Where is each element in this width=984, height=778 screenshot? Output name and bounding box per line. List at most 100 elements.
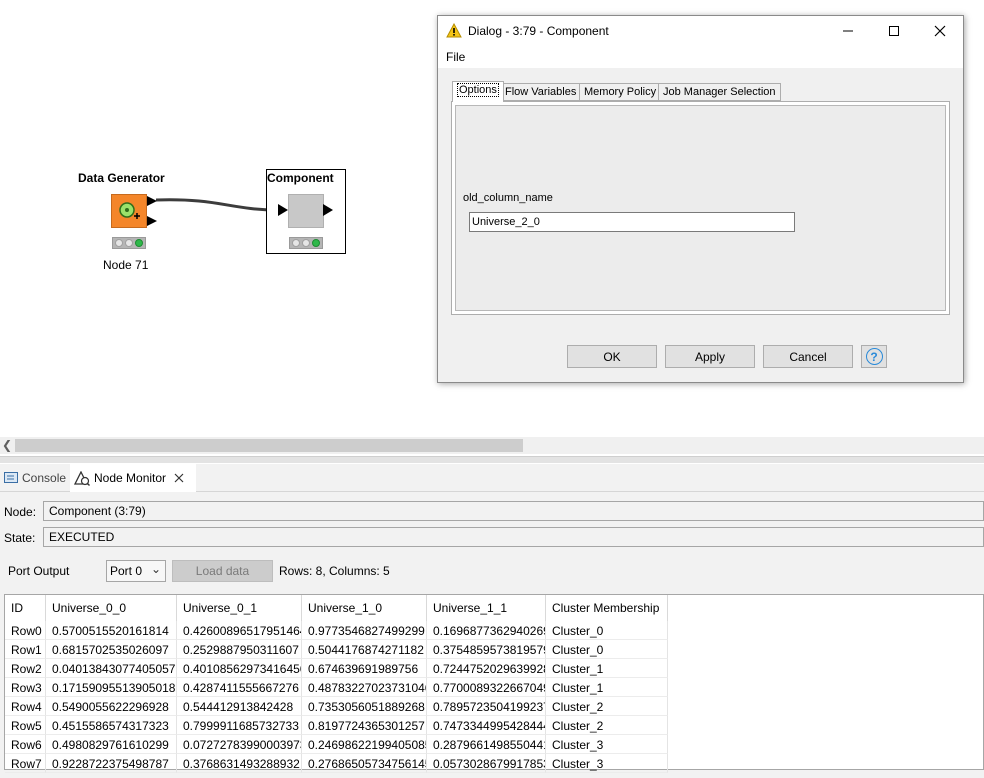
column-header-cluster-membership[interactable]: Cluster Membership — [546, 595, 668, 621]
table-cell[interactable]: 0.7700089322667049 — [427, 678, 546, 697]
component-status-lights — [289, 237, 323, 249]
table-cell[interactable]: 0.4980829761610299 — [46, 735, 177, 754]
table-cell[interactable]: Cluster_3 — [546, 754, 668, 773]
table-cell[interactable]: 0.17159095513905018 — [46, 678, 177, 697]
component-input-port[interactable] — [278, 203, 290, 217]
row-id-cell[interactable]: Row4 — [5, 697, 46, 716]
table-cell[interactable]: 0.4515586574317323 — [46, 716, 177, 735]
close-icon[interactable] — [174, 473, 184, 483]
table-cell[interactable]: 0.5490055622296928 — [46, 697, 177, 716]
pane-divider[interactable] — [0, 456, 984, 463]
ok-button[interactable]: OK — [567, 345, 657, 368]
load-data-button[interactable]: Load data — [172, 560, 273, 582]
close-button[interactable] — [917, 16, 963, 46]
table-cell[interactable]: 0.1696877362940269 — [427, 621, 546, 640]
column-header-universe-1-1[interactable]: Universe_1_1 — [427, 595, 546, 621]
table-cell[interactable]: 0.9773546827499299 — [302, 621, 427, 640]
help-icon: ? — [865, 348, 883, 365]
row-id-cell[interactable]: Row0 — [5, 621, 46, 640]
table-cell[interactable]: Cluster_2 — [546, 716, 668, 735]
minimize-button[interactable] — [825, 16, 871, 46]
column-header-id[interactable]: ID — [5, 595, 46, 621]
table-cell[interactable]: Cluster_2 — [546, 697, 668, 716]
table-cell[interactable]: 0.48783227023731046 — [302, 678, 427, 697]
tab-console[interactable]: Console — [0, 464, 70, 492]
table-cell[interactable]: Cluster_1 — [546, 678, 668, 697]
scrollbar-thumb[interactable] — [15, 439, 523, 452]
data-table[interactable]: ID Universe_0_0 Universe_0_1 Universe_1_… — [4, 594, 984, 773]
row-id-cell[interactable]: Row5 — [5, 716, 46, 735]
table-cell[interactable]: 0.7473344995428444 — [427, 716, 546, 735]
table-cell[interactable]: Cluster_0 — [546, 621, 668, 640]
table-cell[interactable]: 0.7353056051889268 — [302, 697, 427, 716]
table-cell[interactable]: 0.40108562973416456 — [177, 659, 302, 678]
old-column-name-input[interactable] — [469, 212, 795, 232]
maximize-button[interactable] — [871, 16, 917, 46]
component-node[interactable] — [288, 194, 324, 228]
table-cell[interactable]: 0.7895723504199237 — [427, 697, 546, 716]
menu-file[interactable]: File — [446, 50, 465, 64]
table-cell[interactable]: 0.040138430774050576 — [46, 659, 177, 678]
table-cell[interactable]: 0.2529887950311607 — [177, 640, 302, 659]
table-cell[interactable]: 0.5700515520161814 — [46, 621, 177, 640]
table-cell[interactable]: 0.9228722375498787 — [46, 754, 177, 773]
dialog-menubar: File — [438, 46, 963, 68]
scroll-left-icon[interactable]: ❮ — [2, 438, 12, 452]
column-header-universe-0-1[interactable]: Universe_0_1 — [177, 595, 302, 621]
table-cell[interactable]: 0.7999911685732733 — [177, 716, 302, 735]
table-cell[interactable]: 0.4287411555667276 — [177, 678, 302, 697]
table-cell[interactable]: 0.674639691989756 — [302, 659, 427, 678]
warning-icon — [446, 23, 462, 38]
port-select[interactable]: Port 0 ⌄ — [106, 560, 166, 582]
table-cell[interactable]: 0.8197724365301257 — [302, 716, 427, 735]
table-cell[interactable]: 0.544412913842428 — [177, 697, 302, 716]
table-cell[interactable]: 0.24698622199405085 — [302, 735, 427, 754]
table-cell[interactable]: 0.42600896517951464 — [177, 621, 302, 640]
view-tabs: Console Node Monitor — [0, 464, 984, 492]
column-header-universe-0-0[interactable]: Universe_0_0 — [46, 595, 177, 621]
tab-node-monitor[interactable]: Node Monitor — [70, 464, 196, 492]
node-label: Node 71 — [103, 258, 149, 272]
table-cell[interactable]: 0.3754859573819579 — [427, 640, 546, 659]
data-generator-icon — [119, 202, 140, 219]
node-label: Node: — [4, 505, 37, 519]
row-id-cell[interactable]: Row3 — [5, 678, 46, 697]
table-cell[interactable]: 0.6815702535026097 — [46, 640, 177, 659]
tab-options[interactable]: Options — [452, 81, 504, 102]
row-id-cell[interactable]: Row2 — [5, 659, 46, 678]
component-output-port[interactable] — [323, 203, 335, 217]
node-monitor-panel: Node: Component (3:79) State: EXECUTED P… — [0, 492, 984, 778]
maximize-icon — [889, 26, 899, 36]
table-cell[interactable]: 0.07272783990003973 — [177, 735, 302, 754]
row-id-cell[interactable]: Row1 — [5, 640, 46, 659]
table-cell[interactable]: Cluster_0 — [546, 640, 668, 659]
table-cell[interactable]: 0.3768631493288932 — [177, 754, 302, 773]
node-field: Component (3:79) — [43, 501, 984, 521]
node-monitor-icon — [74, 470, 90, 486]
table-cell[interactable]: 0.5044176874271182 — [302, 640, 427, 659]
apply-button[interactable]: Apply — [665, 345, 755, 368]
table-cell[interactable]: 0.0573028679917853 — [427, 754, 546, 773]
row-id-cell[interactable]: Row6 — [5, 735, 46, 754]
state-field: EXECUTED — [43, 527, 984, 547]
help-button[interactable]: ? — [861, 345, 887, 368]
table-cell[interactable]: 0.7244752029639928 — [427, 659, 546, 678]
data-generator-output-ports[interactable] — [147, 195, 159, 229]
port-output-label: Port Output — [8, 564, 70, 578]
dialog-titlebar[interactable]: Dialog - 3:79 - Component — [438, 16, 963, 46]
table-cell[interactable]: 0.2879661498550441 — [427, 735, 546, 754]
row-id-cell[interactable]: Row7 — [5, 754, 46, 773]
data-generator-node[interactable] — [111, 194, 147, 228]
component-dialog[interactable]: Dialog - 3:79 - Component File Options F… — [437, 15, 964, 383]
state-label: State: — [4, 531, 36, 545]
table-cell[interactable]: Cluster_1 — [546, 659, 668, 678]
column-header-universe-1-0[interactable]: Universe_1_0 — [302, 595, 427, 621]
tab-memory-policy[interactable]: Memory Policy — [579, 83, 662, 101]
horizontal-scrollbar[interactable]: ❮ — [0, 437, 984, 454]
table-cell[interactable]: Cluster_3 — [546, 735, 668, 754]
table-cell[interactable]: 0.27686505734756145 — [302, 754, 427, 773]
tab-job-manager-selection[interactable]: Job Manager Selection — [658, 83, 781, 101]
node-status-lights — [112, 237, 146, 249]
cancel-button[interactable]: Cancel — [763, 345, 853, 368]
tab-flow-variables[interactable]: Flow Variables — [500, 83, 582, 101]
